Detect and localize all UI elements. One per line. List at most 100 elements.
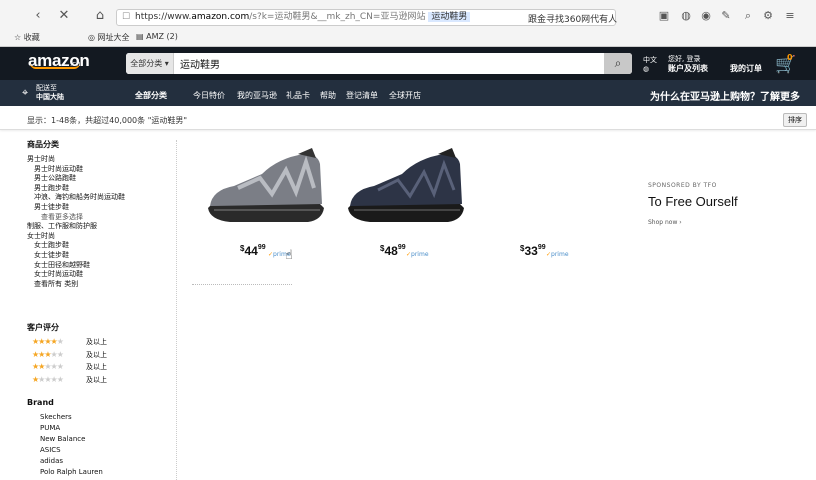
extension-icon[interactable]: ◍: [680, 10, 692, 22]
sidebar-category-item[interactable]: 女士跑步鞋: [34, 240, 69, 250]
bookmark-portal[interactable]: ◎ 网址大全: [88, 32, 130, 43]
subnav-my-amazon[interactable]: 我的亚马逊: [237, 90, 277, 101]
settings-icon[interactable]: ⚙: [762, 10, 774, 22]
profile-icon[interactable]: ◉: [700, 10, 712, 22]
delivery-location[interactable]: 配送至 中国大陆: [36, 84, 64, 102]
shoe-image[interactable]: [200, 148, 326, 236]
shoe-sole: [348, 204, 464, 222]
url-path: /s?k=运动鞋男&__mk_zh_CN=亚马逊网站: [249, 12, 426, 22]
sidebar-category-item[interactable]: 冲浪、海钓和船务时尚运动鞋: [34, 192, 125, 202]
shoe-image[interactable]: [340, 148, 466, 236]
back-icon[interactable]: ‹: [30, 8, 46, 24]
sidebar-category-item[interactable]: 男士时尚: [27, 154, 55, 164]
bookmark-amz[interactable]: ▤ AMZ (2): [136, 32, 178, 41]
sidebar-category-item[interactable]: 查看所有 类别: [34, 279, 78, 289]
loading-divider: [192, 284, 292, 285]
bookmarks-bar: ☆ 收藏 ◎ 网址大全 ▤ AMZ (2): [0, 30, 816, 46]
rating-filter-label[interactable]: 及以上: [86, 350, 107, 360]
language-selector[interactable]: 中文 ◍: [643, 56, 657, 74]
account-greeting: 您好, 登录: [668, 55, 701, 63]
prime-badge: ✓prime: [546, 251, 569, 258]
search-button[interactable]: ⌕: [604, 53, 632, 74]
search-category-label: 全部分类: [130, 59, 163, 68]
globe-icon: ◍: [643, 65, 650, 73]
subnav-help[interactable]: 帮助: [320, 90, 336, 101]
cart-count: 0: [787, 53, 793, 62]
url-prefix: https://www.: [135, 12, 192, 22]
product-card[interactable]: $4499 ✓prime: [200, 148, 326, 266]
subnav-gift-cards[interactable]: 礼品卡: [286, 90, 310, 101]
menu-icon[interactable]: ≡: [784, 10, 796, 22]
home-icon[interactable]: ⌂: [92, 8, 108, 24]
bookmark-label: AMZ (2): [146, 32, 178, 41]
product-price: $3399: [520, 244, 546, 258]
results-summary: 显示：1-48条，共超过40,000条 "运动鞋男": [27, 116, 188, 125]
rating-filter-label[interactable]: 及以上: [86, 362, 107, 372]
sidebar-category-item[interactable]: 女士时尚运动鞋: [34, 269, 83, 279]
brand-filter-item[interactable]: ASICS: [40, 446, 61, 454]
price-cents: 99: [397, 244, 406, 251]
product-price: $4899: [380, 244, 406, 258]
subnav-all[interactable]: 全部分类: [135, 90, 167, 101]
sponsored-shop-link[interactable]: Shop now ›: [648, 219, 682, 226]
sponsored-title[interactable]: To Free Ourself: [648, 194, 738, 209]
sidebar-category-item[interactable]: 男士徒步鞋: [34, 202, 69, 212]
bookmark-label: 网址大全: [97, 33, 130, 42]
tab-caption[interactable]: 跟金寻找360网代有人: [528, 12, 617, 25]
brand-filter-item[interactable]: New Balance: [40, 435, 85, 443]
sort-button[interactable]: 排序: [783, 113, 807, 127]
search-icon[interactable]: ⌕: [742, 10, 754, 22]
bookmark-favorites[interactable]: ☆ 收藏: [14, 32, 40, 43]
prime-label: prime: [551, 251, 569, 258]
sidebar-category-item[interactable]: 女士时尚: [27, 231, 55, 241]
price-cents: 99: [537, 244, 546, 251]
sidebar-category-item[interactable]: 男士跑步鞋: [34, 183, 69, 193]
brand-filter-item[interactable]: adidas: [40, 457, 63, 465]
product-card[interactable]: $3399 ✓prime: [480, 148, 606, 266]
brand-filter-item[interactable]: Skechers: [40, 413, 72, 421]
rating-stars-icon[interactable]: ★★★★★: [32, 362, 64, 371]
sidebar-category-item[interactable]: 女士田径和越野鞋: [34, 260, 90, 270]
subnav-deals[interactable]: 今日特价: [193, 90, 225, 101]
reading-icon[interactable]: ▣: [658, 10, 670, 22]
subnav-sell[interactable]: 全球开店: [389, 90, 421, 101]
search-bar: 全部分类 ▾ ⌕: [126, 53, 632, 74]
hand-cursor-icon: ☝: [285, 248, 293, 263]
prime-label: prime: [411, 251, 429, 258]
product-price: $4499: [240, 244, 266, 258]
price-whole: 48: [384, 244, 398, 258]
rating-stars-icon[interactable]: ★★★★★: [32, 375, 64, 384]
rating-stars-icon[interactable]: ★★★★★: [32, 350, 64, 359]
department-heading: 商品分类: [27, 140, 59, 149]
bookmark-label: 收藏: [23, 33, 40, 42]
reviews-heading: 客户评分: [27, 323, 59, 332]
brand-filter-item[interactable]: PUMA: [40, 424, 60, 432]
search-input[interactable]: [176, 53, 602, 74]
rating-filter-label[interactable]: 及以上: [86, 375, 107, 385]
sidebar-category-item[interactable]: 制服、工作服和防护服: [27, 221, 97, 231]
rating-stars-icon[interactable]: ★★★★★: [32, 337, 64, 346]
sidebar-category-item[interactable]: 女士徒步鞋: [34, 250, 69, 260]
rating-filter-label[interactable]: 及以上: [86, 337, 107, 347]
product-card[interactable]: $4899 ✓prime: [340, 148, 466, 266]
location-pin-icon: ⌖: [22, 86, 29, 99]
sidebar-category-item[interactable]: 查看更多选择: [41, 212, 83, 222]
orders-link[interactable]: 我的订单: [730, 64, 762, 73]
promo-link[interactable]: 为什么在亚马逊上购物？了解更多: [650, 88, 800, 103]
price-whole: 44: [244, 244, 258, 258]
magnifier-icon: ⌕: [614, 56, 622, 70]
sidebar-category-item[interactable]: 男士公路跑鞋: [34, 173, 76, 183]
search-category-select[interactable]: 全部分类 ▾: [126, 53, 174, 74]
filter-sidebar: 商品分类 男士时尚 男士时尚运动鞋 男士公路跑鞋 男士跑步鞋 冲浪、海钓和船务时尚运动鞋…: [0, 132, 176, 480]
subnav-registry[interactable]: 登记清单: [346, 90, 378, 101]
sidebar-category-item[interactable]: 男士时尚运动鞋: [34, 164, 83, 174]
shoe-sole: [208, 204, 324, 222]
price-whole: 33: [524, 244, 538, 258]
brand-filter-item[interactable]: Polo Ralph Lauren: [40, 468, 103, 476]
account-menu[interactable]: 您好, 登录 账户及列表: [668, 55, 708, 74]
brand-heading: Brand: [27, 398, 54, 407]
translate-icon[interactable]: ✎: [720, 10, 732, 22]
stop-icon[interactable]: ✕: [56, 8, 72, 24]
language-label: 中文: [643, 56, 657, 64]
sidebar-divider: [176, 140, 177, 480]
